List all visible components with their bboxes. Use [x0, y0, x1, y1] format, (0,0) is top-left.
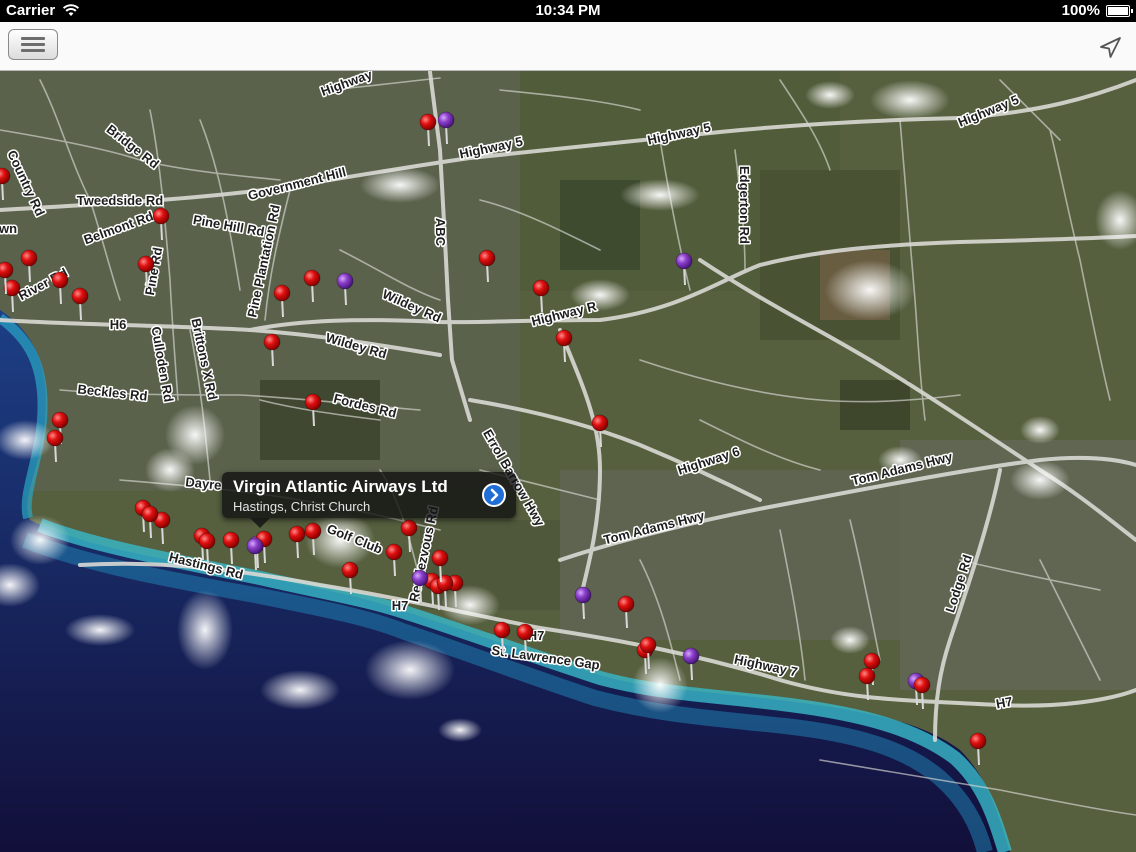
battery-percentage: 100% — [1061, 2, 1100, 19]
map-canvas[interactable]: Highway 5Highway 5Highway 5HighwayBridge… — [0, 71, 1136, 852]
pin-head[interactable] — [411, 569, 429, 587]
battery-icon — [1106, 5, 1133, 17]
pin-head[interactable] — [304, 393, 322, 411]
pin-head[interactable] — [682, 647, 700, 665]
road-label: ABC — [433, 218, 448, 247]
toolbar — [0, 22, 1136, 71]
pin-head[interactable] — [263, 333, 281, 351]
pin-head[interactable] — [574, 586, 592, 604]
road-label: H6 — [110, 317, 127, 332]
pin-head[interactable] — [675, 252, 693, 270]
battery-fill — [1108, 7, 1128, 15]
disclosure-icon[interactable] — [482, 483, 506, 507]
pin-head[interactable] — [246, 537, 264, 555]
pin-head[interactable] — [419, 113, 437, 131]
pin-head[interactable] — [137, 255, 155, 273]
pin-head[interactable] — [46, 429, 64, 447]
pin-head[interactable] — [555, 329, 573, 347]
pin-head[interactable] — [639, 636, 657, 654]
pin-head[interactable] — [493, 621, 511, 639]
pin-head[interactable] — [0, 261, 14, 279]
pin-head[interactable] — [400, 519, 418, 537]
pin-head[interactable] — [431, 549, 449, 567]
pin-head[interactable] — [341, 561, 359, 579]
pin-head[interactable] — [385, 543, 403, 561]
satellite-map[interactable]: Highway 5 Highway 5 Highway 5 Highway Bridge… — [0, 71, 1136, 852]
pin-head[interactable] — [913, 676, 931, 694]
pin-head[interactable] — [863, 652, 881, 670]
pin-callout[interactable]: Virgin Atlantic Airways Ltd Hastings, Ch… — [222, 472, 516, 528]
pin-head[interactable] — [478, 249, 496, 267]
pin-head[interactable] — [437, 111, 455, 129]
pin-head[interactable] — [20, 249, 38, 267]
road-label: Tweedside Rd — [77, 193, 164, 208]
pin-head[interactable] — [51, 411, 69, 429]
pin-head[interactable] — [222, 531, 240, 549]
clock: 10:34 PM — [535, 2, 601, 19]
pin-head[interactable] — [141, 505, 159, 523]
pin-head[interactable] — [304, 522, 322, 540]
pin-head[interactable] — [71, 287, 89, 305]
pin-head[interactable] — [969, 732, 987, 750]
road-label: H7 — [392, 598, 409, 613]
pin-head[interactable] — [516, 623, 534, 641]
pin-head[interactable] — [858, 667, 876, 685]
pin-head[interactable] — [336, 272, 354, 290]
pin-head[interactable] — [288, 525, 306, 543]
callout-subtitle: Hastings, Christ Church — [233, 499, 371, 514]
menu-button[interactable] — [8, 29, 58, 60]
pin-head[interactable] — [198, 532, 216, 550]
pin-head[interactable] — [591, 414, 609, 432]
pin-head[interactable] — [273, 284, 291, 302]
pin-head[interactable] — [303, 269, 321, 287]
callout-title: Virgin Atlantic Airways Ltd — [233, 477, 448, 496]
status-bar: Carrier 10:34 PM 100% — [0, 0, 1136, 22]
pin-head[interactable] — [532, 279, 550, 297]
pin-head[interactable] — [436, 574, 454, 592]
road-label: H7 — [995, 694, 1014, 712]
pin-head[interactable] — [617, 595, 635, 613]
location-arrow-icon[interactable] — [1098, 36, 1122, 60]
pin-head[interactable] — [152, 207, 170, 225]
pin-head[interactable] — [51, 271, 69, 289]
road-label: wn — [0, 221, 17, 236]
road-label: Edgerton Rd — [737, 166, 752, 244]
